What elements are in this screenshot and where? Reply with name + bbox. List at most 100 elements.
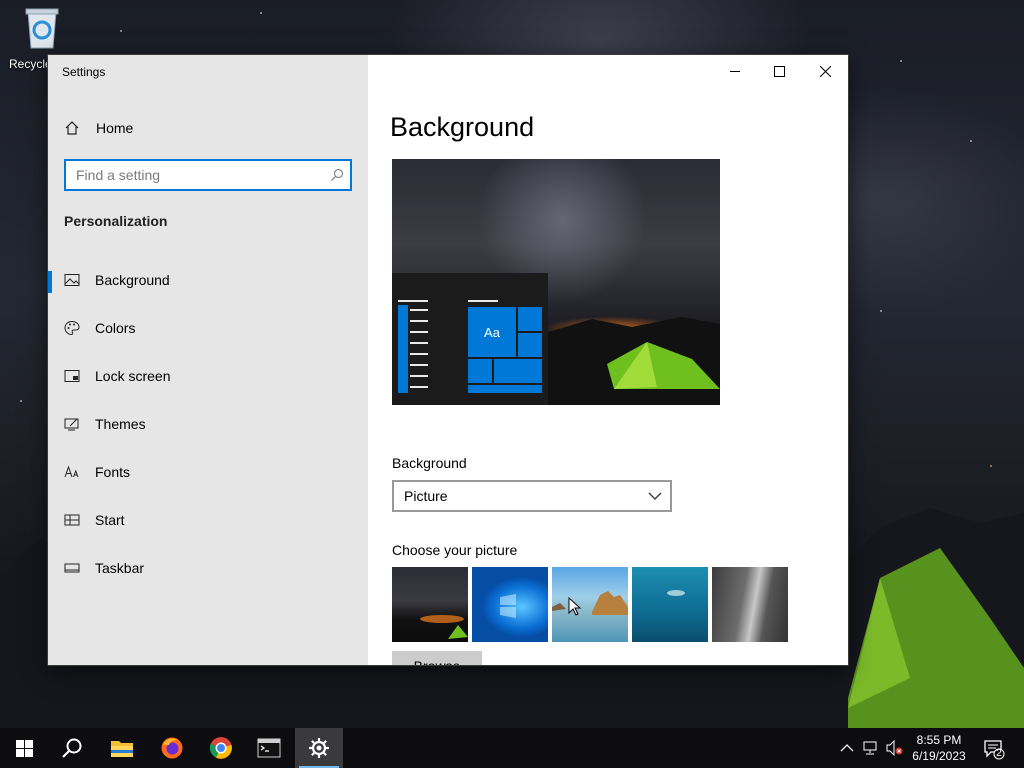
mouse-cursor-icon (568, 597, 582, 616)
network-icon (863, 741, 877, 755)
choose-picture-label: Choose your picture (392, 542, 518, 558)
preview-tile (494, 359, 542, 383)
preview-tile (518, 333, 542, 357)
terminal-button[interactable] (245, 728, 293, 768)
palette-icon (64, 320, 80, 336)
sidebar-item-themes[interactable]: Themes (48, 406, 368, 442)
browse-button[interactable]: Browse (392, 651, 482, 665)
sidebar-item-colors[interactable]: Colors (48, 310, 368, 346)
settings-taskbar-button[interactable] (295, 728, 343, 768)
sidebar-item-fonts[interactable]: Fonts (48, 454, 368, 490)
picture-thumb-windows-blue[interactable] (472, 567, 548, 642)
sidebar-item-label: Taskbar (95, 560, 145, 576)
sidebar-item-label: Colors (95, 320, 136, 336)
search-box[interactable] (64, 159, 352, 191)
beach-rocks-thumbnail (552, 591, 628, 615)
preview-tile (518, 307, 542, 331)
star (900, 60, 902, 62)
star (20, 400, 22, 402)
preview-line (410, 342, 428, 344)
preview-line (410, 309, 428, 311)
recycle-bin-icon (25, 8, 59, 49)
taskbar: 8:55 PM 6/19/2023 2 (0, 728, 1024, 768)
picture-icon (64, 274, 80, 286)
home-nav-item[interactable]: Home (64, 118, 133, 138)
star (990, 465, 992, 467)
file-explorer-button[interactable] (98, 728, 146, 768)
star (970, 140, 972, 142)
night-tent-thumbnail (420, 615, 468, 639)
chevron-down-icon (648, 492, 662, 500)
maximize-button[interactable] (756, 55, 802, 87)
sidebar-item-label: Fonts (95, 464, 131, 480)
star (880, 310, 882, 312)
preview-line (398, 300, 428, 302)
chrome-icon (209, 737, 232, 759)
clock[interactable]: 8:55 PM 6/19/2023 (906, 732, 972, 764)
lock-screen-icon (64, 370, 80, 382)
home-icon (65, 121, 79, 135)
sidebar-item-label: Background (95, 272, 170, 288)
show-hidden-icons-button[interactable] (839, 740, 855, 756)
network-tray-button[interactable] (862, 740, 878, 756)
sidebar-item-start[interactable]: Start (48, 502, 368, 538)
background-type-dropdown[interactable]: Picture (392, 480, 672, 512)
taskbar-search-button[interactable] (48, 728, 96, 768)
terminal-icon (257, 738, 281, 758)
preview-line (410, 386, 428, 388)
firefox-button[interactable] (148, 728, 196, 768)
preview-line (410, 320, 428, 322)
settings-window: Settings Home Personalization Background (48, 55, 848, 665)
page-title: Background (390, 112, 535, 142)
dropdown-value: Picture (404, 488, 448, 504)
home-label: Home (96, 120, 134, 136)
preview-tile (398, 305, 408, 393)
preview-line (410, 353, 428, 355)
search-input[interactable] (66, 161, 316, 189)
sidebar-item-label: Lock screen (95, 368, 171, 384)
picture-thumb-underwater-swimmer[interactable] (632, 567, 708, 642)
start-icon (64, 514, 80, 526)
windows-logo-thumbnail (500, 594, 516, 618)
settings-sidebar: Settings Home Personalization Background (48, 55, 368, 665)
gear-icon (309, 738, 329, 758)
close-button[interactable] (802, 55, 848, 87)
preview-tile (468, 385, 542, 393)
picture-thumb-rock-cliff[interactable] (712, 567, 788, 642)
maximize-icon (773, 65, 785, 77)
volume-muted-icon (886, 739, 903, 757)
action-center-button[interactable]: 2 (983, 738, 1005, 760)
minimize-icon (729, 70, 740, 72)
preview-line (410, 375, 428, 377)
sidebar-item-label: Themes (95, 416, 146, 432)
preview-tile-aa: Aa (468, 307, 516, 357)
preview-line (410, 331, 428, 333)
minimize-button[interactable] (712, 55, 758, 87)
star (260, 12, 262, 14)
chrome-button[interactable] (197, 728, 245, 768)
star (120, 30, 122, 32)
preview-line (468, 300, 498, 302)
fonts-icon (64, 465, 79, 478)
sidebar-item-lock-screen[interactable]: Lock screen (48, 358, 368, 394)
picture-thumb-beach-rocks[interactable] (552, 567, 628, 642)
sidebar-item-background[interactable]: Background (48, 262, 368, 298)
volume-tray-button[interactable] (886, 739, 903, 757)
preview-line (410, 364, 428, 366)
themes-icon (64, 418, 79, 431)
clock-time: 8:55 PM (916, 733, 962, 747)
sidebar-item-taskbar[interactable]: Taskbar (48, 550, 368, 586)
clock-date: 6/19/2023 (912, 749, 966, 763)
start-button[interactable] (0, 728, 48, 768)
picture-thumb-night-tent[interactable] (392, 567, 468, 642)
swimmer-thumbnail (667, 590, 685, 596)
window-title: Settings (62, 65, 106, 79)
search-icon (331, 168, 344, 181)
notification-count-badge: 2 (996, 748, 1002, 759)
search-icon (62, 738, 82, 758)
taskbar-icon (64, 563, 80, 573)
preview-start-menu: Aa (392, 273, 548, 405)
close-icon (819, 65, 831, 77)
folder-icon (111, 741, 133, 757)
windows-start-icon (15, 739, 33, 757)
